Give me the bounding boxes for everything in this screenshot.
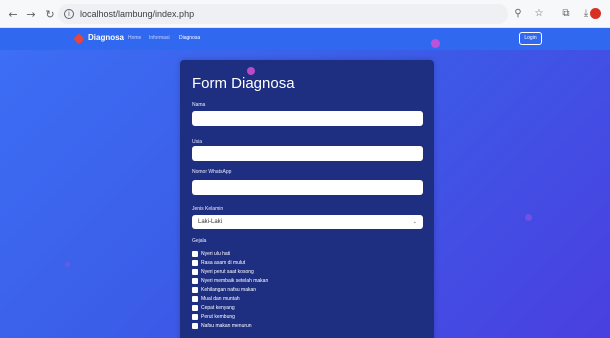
symptom-label: Nyeri perut saat kosong [201, 268, 254, 275]
symptom-label: Kehilangan nafsu makan [201, 286, 257, 293]
symptom-checkbox[interactable]: Nyeri ulu hati [192, 250, 230, 257]
symptom-checkbox[interactable]: Kehilangan nafsu makan [192, 286, 256, 293]
forward-icon[interactable]: → [24, 7, 38, 21]
brand-name[interactable]: Diagnosa [88, 33, 124, 42]
symptom-checkbox[interactable]: Perut kembung [192, 313, 235, 320]
checkbox[interactable] [192, 259, 198, 266]
address-bar[interactable]: i localhost/lambung/index.php [58, 4, 508, 24]
extensions-icon[interactable]: ⧉ [559, 7, 573, 21]
nav-link-home[interactable]: Home [128, 35, 141, 41]
symptom-checkbox[interactable]: Nafsu makan menurun [192, 322, 252, 329]
star-icon[interactable]: ☆ [532, 7, 546, 21]
navbar: Diagnosa Home Informasi Diagnosa Login [0, 28, 610, 50]
jenis-kelamin-label: Jenis Kelamin [192, 206, 224, 212]
symptom-label: Cepat kenyang [201, 304, 235, 311]
browser-toolbar: ← → ↻ i localhost/lambung/index.php ⚲ ☆ … [0, 0, 610, 28]
whatsapp-input[interactable] [192, 180, 423, 195]
decorative-bubble [431, 39, 440, 48]
symptom-checkbox[interactable]: Cepat kenyang [192, 304, 235, 311]
symptom-label: Nafsu makan menurun [201, 322, 252, 329]
symptom-label: Perut kembung [201, 313, 235, 320]
checkbox[interactable] [192, 313, 198, 320]
decorative-bubble [247, 67, 255, 75]
decorative-bubble [525, 214, 532, 221]
symptom-checkbox[interactable]: Mual dan muntah [192, 295, 240, 302]
profile-icon[interactable] [590, 8, 601, 19]
checkbox[interactable] [192, 304, 198, 311]
brand-logo-icon [73, 33, 85, 45]
symptom-label: Rasa asam di mulut [201, 259, 246, 266]
back-icon[interactable]: ← [6, 7, 20, 21]
symptom-label: Mual dan muntah [201, 295, 240, 302]
usia-input[interactable] [192, 146, 423, 161]
checkbox[interactable] [192, 250, 198, 257]
nama-label: Nama [192, 102, 206, 108]
info-icon[interactable]: i [64, 9, 74, 19]
checkbox[interactable] [192, 286, 198, 293]
usia-label: Usia [192, 139, 203, 145]
gejala-label: Gejala [192, 238, 207, 244]
checkbox[interactable] [192, 322, 198, 329]
symptom-label: Nyeri membaik setelah makan [201, 277, 269, 284]
checkbox[interactable] [192, 277, 198, 284]
nav-link-diagnosa[interactable]: Diagnosa [179, 35, 200, 41]
chevron-down-icon: ⌄ [412, 219, 417, 225]
decorative-bubble [65, 262, 70, 267]
symptom-checkbox[interactable]: Rasa asam di mulut [192, 259, 245, 266]
url-text: localhost/lambung/index.php [80, 9, 195, 19]
jenis-kelamin-select[interactable]: Laki-Laki ⌄ [192, 215, 423, 229]
jenis-kelamin-selected: Laki-Laki [198, 219, 223, 225]
nav-link-informasi[interactable]: Informasi [149, 35, 170, 41]
symptom-label: Nyeri ulu hati [201, 250, 231, 257]
nama-input[interactable] [192, 111, 423, 126]
whatsapp-label: Nomor WhatsApp [192, 169, 232, 175]
form-title: Form Diagnosa [192, 75, 295, 92]
checkbox[interactable] [192, 295, 198, 302]
reload-icon[interactable]: ↻ [43, 7, 57, 21]
diagnosa-form-card: Form Diagnosa Nama Usia Nomor WhatsApp J… [180, 60, 434, 338]
checkbox[interactable] [192, 268, 198, 275]
zoom-icon[interactable]: ⚲ [511, 7, 525, 21]
login-button[interactable]: Login [519, 32, 542, 45]
page-content: Diagnosa Home Informasi Diagnosa Login F… [0, 28, 610, 338]
symptom-checkbox[interactable]: Nyeri membaik setelah makan [192, 277, 268, 284]
symptom-checkbox[interactable]: Nyeri perut saat kosong [192, 268, 254, 275]
